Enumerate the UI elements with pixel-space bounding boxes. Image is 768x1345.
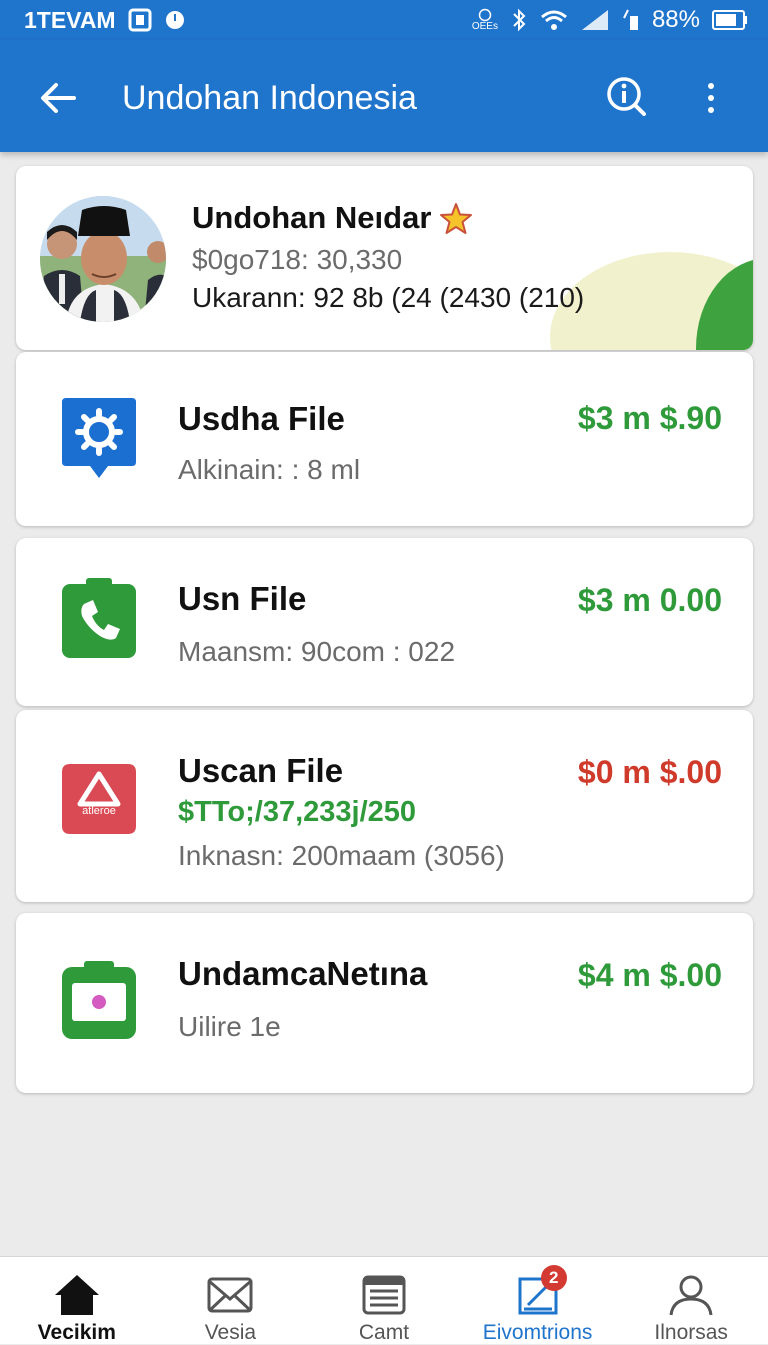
profile-line2: Ukarann: 92 8b (24 (2430 (210) (192, 282, 585, 313)
profile-card[interactable]: Undohan Neıdar $0go718: 30,330 Ukarann: … (16, 166, 753, 350)
nav-label: Vesia (204, 1321, 257, 1344)
status-bar: 1TEVAM OEEs 88% (0, 0, 768, 40)
file-amount: $3 m 0.00 (577, 582, 722, 618)
more-vertical-icon[interactable] (696, 76, 726, 120)
bottom-navigation: Vecikim Vesia Camt 2 Eivomtrions Ilnorsa… (0, 1256, 768, 1344)
status-mini-icon: OEEs (472, 8, 498, 32)
file-card-undamca[interactable]: UndamcaNetına $4 m $.00 Uilire 1e (16, 913, 753, 1093)
gear-icon (62, 398, 136, 478)
signal-secondary-icon (623, 9, 638, 30)
file-subtitle: Alkinain: : 8 ml (178, 454, 361, 485)
status-mini-label: OEEs (471, 21, 498, 32)
profile-line1: $0go718: 30,330 (192, 244, 403, 275)
file-subtitle: Maansm: 90com : 022 (178, 636, 456, 667)
profile-name: Undohan Neıdar (192, 200, 432, 235)
page-title: Undohan Indonesia (122, 79, 417, 117)
status-time: 1TEVAM (24, 6, 116, 33)
nav-item-list[interactable]: Camt (307, 1257, 461, 1344)
notification-icon (128, 8, 152, 32)
file-title: Usn File (178, 580, 307, 617)
file-amount: $0 m $.00 (577, 754, 722, 790)
home-icon (54, 1275, 99, 1315)
star-icon (440, 203, 472, 234)
file-title: UndamcaNetına (178, 955, 428, 992)
alarm-icon (165, 11, 184, 29)
clock-icon (478, 8, 492, 22)
nav-label: Ilnorsas (654, 1321, 728, 1344)
mail-icon (207, 1277, 253, 1313)
camera-icon (62, 961, 136, 1039)
nav-item-person[interactable]: Ilnorsas (614, 1257, 768, 1344)
person-icon (669, 1275, 713, 1316)
nav-item-home[interactable]: Vecikim (0, 1257, 154, 1344)
file-amount: $4 m $.00 (577, 957, 722, 993)
file-amount: $3 m $.90 (577, 400, 722, 436)
avatar (40, 196, 166, 322)
file-title: Uscan File (178, 752, 344, 789)
signal-icon (581, 10, 608, 30)
file-card-uscan[interactable]: atleroe Uscan File $0 m $.00 $TTo;/37,23… (16, 710, 753, 902)
file-subtitle: Inknasn: 200maam (3056) (178, 840, 505, 871)
battery-icon (712, 10, 747, 30)
phone-icon (62, 578, 136, 658)
back-arrow-icon[interactable] (36, 76, 80, 120)
app-icon-text: atleroe (82, 805, 116, 817)
nav-label: Vecikim (37, 1321, 116, 1344)
file-extra-value: $TTo;/37,233j/250 (178, 796, 417, 828)
file-card-usn[interactable]: Usn File $3 m 0.00 Maansm: 90com : 022 (16, 538, 753, 706)
notification-badge: 2 (540, 1265, 567, 1291)
wifi-icon (540, 10, 567, 30)
nav-label: Eivomtrions (482, 1321, 593, 1344)
app-bar: Undohan Indonesia (0, 40, 768, 152)
file-subtitle: Uilire 1e (178, 1011, 281, 1042)
file-title: Usdha File (178, 400, 345, 437)
info-search-icon[interactable] (604, 74, 648, 118)
bluetooth-icon (513, 8, 526, 32)
nav-item-edit[interactable]: 2 Eivomtrions (461, 1257, 615, 1344)
nav-item-mail[interactable]: Vesia (154, 1257, 308, 1344)
file-card-usdha[interactable]: Usdha File $3 m $.90 Alkinain: : 8 ml (16, 352, 753, 526)
battery-percent: 88% (651, 6, 700, 33)
warning-app-icon: atleroe (62, 764, 136, 834)
nav-label: Camt (358, 1321, 410, 1344)
list-card-icon (362, 1275, 406, 1315)
